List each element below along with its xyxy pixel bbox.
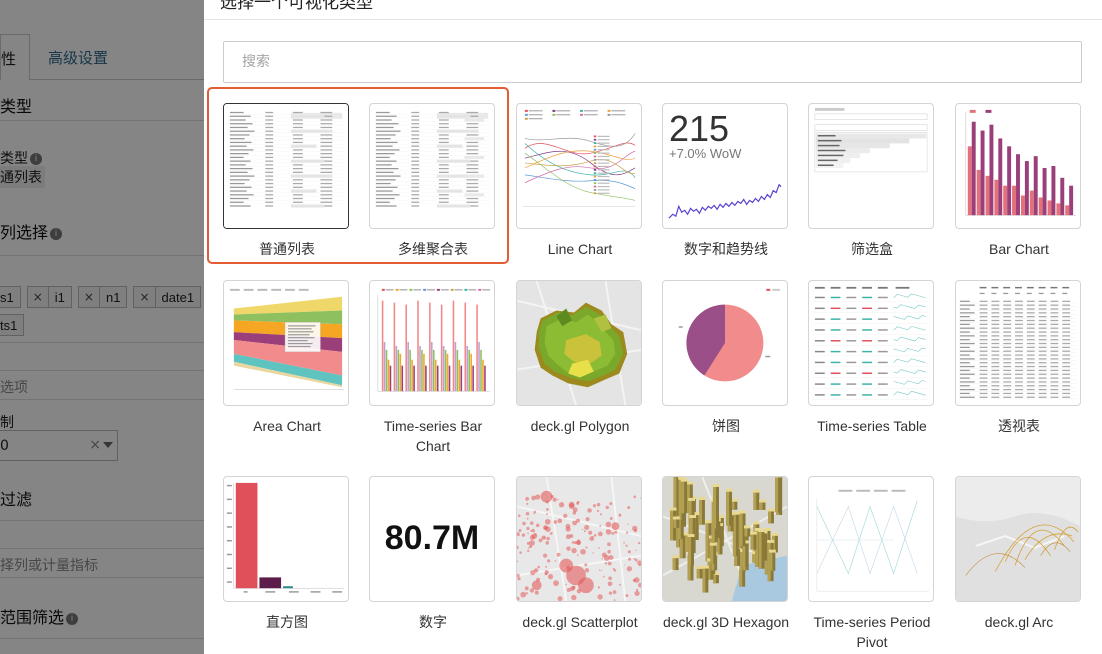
viz-tile-label: 透视表 — [998, 418, 1040, 434]
viz-tile-pivot-table[interactable]: 多维聚合表 — [369, 103, 497, 259]
viz-tile-label: deck.gl 3D Hexagon — [662, 614, 790, 630]
big-number-trendline-thumbnail-icon: 215 +7.0% WoW — [662, 103, 788, 229]
modal-header-divider — [204, 19, 1102, 20]
viz-tile-big-number-trendline[interactable]: 215 +7.0% WoW 数字和趋势线 — [662, 103, 790, 259]
viz-tile-label: Time-series Period Pivot — [813, 614, 931, 650]
viz-tile-label: Area Chart — [253, 418, 321, 434]
viz-tile-time-series-bar[interactable]: Time-series Bar Chart — [369, 280, 497, 456]
viz-tile-deckgl-scatterplot[interactable]: deck.gl Scatterplot — [516, 476, 644, 632]
viz-tile-time-series-table[interactable]: Time-series Table — [808, 280, 936, 436]
viz-tile-deckgl-polygon[interactable]: deck.gl Polygon — [516, 280, 644, 436]
viz-tile-time-series-period-pivot[interactable]: Time-series Period Pivot — [808, 476, 936, 652]
pie-chart-thumbnail-icon — [662, 280, 788, 406]
viz-tile-label: deck.gl Arc — [984, 614, 1054, 630]
viz-tile-label: 数字和趋势线 — [684, 241, 768, 257]
time-series-period-pivot-thumbnail-icon — [808, 476, 934, 602]
viz-tile-bar-chart[interactable]: Bar Chart — [955, 103, 1083, 259]
viz-tile-label: 普通列表 — [259, 241, 315, 257]
viz-tile-label: 筛选盒 — [851, 241, 893, 257]
time-series-table-thumbnail-icon — [808, 280, 934, 406]
histogram-thumbnail-icon — [223, 476, 349, 602]
deckgl-polygon-thumbnail-icon — [516, 280, 642, 406]
viz-tile-pie-chart[interactable]: 饼图 — [662, 280, 790, 436]
viz-tile-label: Bar Chart — [989, 241, 1049, 257]
big-number-value: 80.7M — [384, 519, 480, 557]
pivot-table-2-thumbnail-icon — [955, 280, 1081, 406]
time-series-bar-thumbnail-icon — [369, 280, 495, 406]
viz-tile-label: deck.gl Polygon — [530, 418, 630, 434]
table-thumbnail-icon — [223, 103, 349, 229]
filter-box-thumbnail-icon — [808, 103, 934, 229]
deckgl-arc-thumbnail-icon — [955, 476, 1081, 602]
search-input[interactable] — [223, 41, 1082, 83]
line-chart-thumbnail-icon — [516, 103, 642, 229]
bar-chart-thumbnail-icon — [955, 103, 1081, 229]
pivot-table-thumbnail-icon — [369, 103, 495, 229]
viz-tile-table[interactable]: 普通列表 — [223, 103, 351, 259]
viz-tile-area-chart[interactable]: Area Chart — [223, 280, 351, 436]
viz-tile-big-number[interactable]: 80.7M 数字 — [369, 476, 497, 632]
viz-tile-label: Line Chart — [547, 241, 613, 257]
viz-tile-line-chart[interactable]: Line Chart — [516, 103, 644, 259]
viz-tile-label: deck.gl Scatterplot — [522, 614, 638, 630]
big-number-thumbnail-icon: 80.7M — [369, 476, 495, 602]
modal-title: 选择一个可视化类型 — [220, 0, 373, 13]
viz-tile-histogram[interactable]: 直方图 — [223, 476, 351, 632]
viz-tile-deckgl-arc[interactable]: deck.gl Arc — [955, 476, 1083, 632]
viz-tile-filter-box[interactable]: 筛选盒 — [808, 103, 936, 259]
viz-type-modal: 选择一个可视化类型 普通列表 多维聚合表 — [204, 0, 1102, 654]
viz-tile-label: 数字 — [419, 614, 447, 630]
viz-tile-pivot-table-2[interactable]: 透视表 — [955, 280, 1083, 436]
viz-tile-deckgl-3d-hexagon[interactable]: deck.gl 3D Hexagon — [662, 476, 790, 632]
viz-tile-label: Time-series Table — [817, 418, 927, 434]
deckgl-scatterplot-thumbnail-icon — [516, 476, 642, 602]
viz-tile-label: Time-series Bar Chart — [383, 418, 483, 454]
modal-backdrop[interactable] — [0, 0, 204, 654]
deckgl-3d-hexagon-thumbnail-icon — [662, 476, 788, 602]
viz-tile-label: 直方图 — [266, 614, 308, 630]
area-chart-thumbnail-icon — [223, 280, 349, 406]
viz-tile-label: 多维聚合表 — [398, 241, 468, 257]
viz-tile-label: 饼图 — [712, 418, 740, 434]
